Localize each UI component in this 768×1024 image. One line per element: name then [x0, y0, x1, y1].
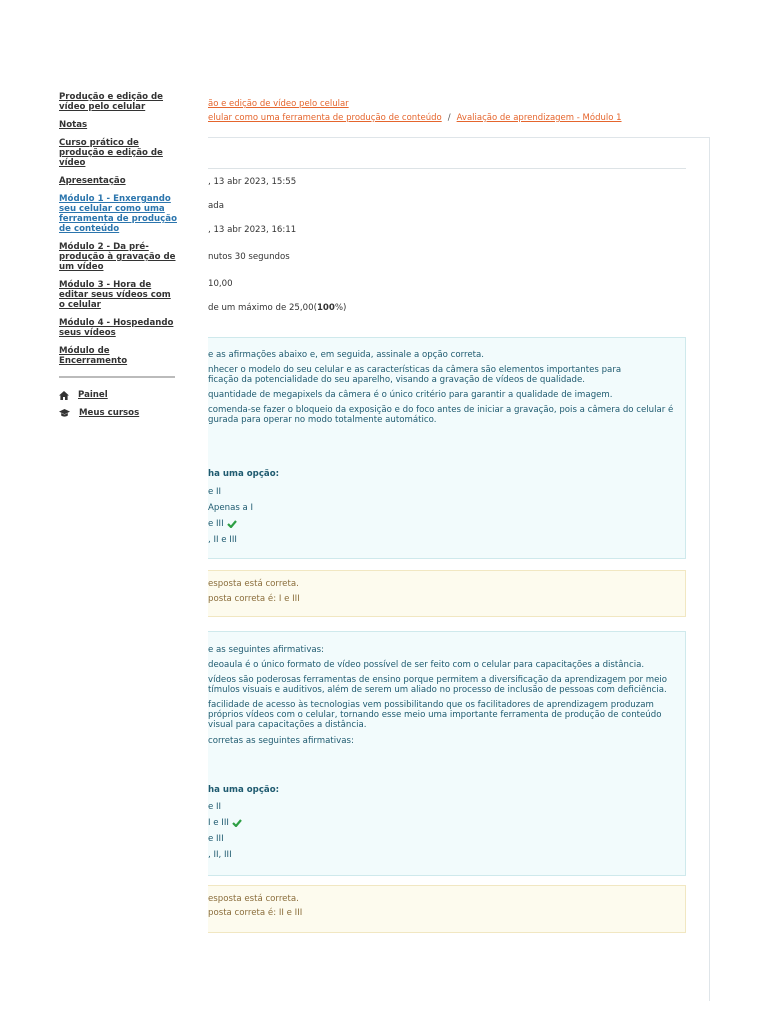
q1-option-3-label: e III	[208, 519, 224, 529]
q1-option-4[interactable]: , II e III	[208, 535, 237, 545]
check-icon	[226, 519, 237, 528]
sidebar-item-notas[interactable]: Notas	[59, 120, 177, 130]
summary-state: ada	[208, 201, 224, 211]
q2-statement-1: deoaula é o único formato de vídeo possí…	[208, 660, 645, 670]
grade-prefix: de um máximo de 25,00(	[208, 303, 317, 313]
meus-cursos-link[interactable]: Meus cursos	[59, 408, 177, 418]
sidebar-item-modulo-2[interactable]: Módulo 2 - Da pré-produção à gravação de…	[59, 242, 177, 272]
q1-statement-3b: gurada para operar no modo totalmente au…	[208, 415, 437, 425]
q2-statement-4: corretas as seguintes afirmativas:	[208, 736, 354, 746]
q1-option-3[interactable]: e III	[208, 519, 237, 529]
sidebar-item-encerramento[interactable]: Módulo de Encerramento	[59, 346, 177, 366]
q2-statement-2b: tímulos visuais e auditivos, além de ser…	[208, 685, 667, 695]
summary-completed: , 13 abr 2023, 16:11	[208, 225, 297, 235]
question-1-feedback: esposta está correta. posta correta é: I…	[208, 570, 686, 617]
breadcrumb-course[interactable]: ão e edição de vídeo pelo celular	[208, 99, 349, 109]
q1-option-2[interactable]: Apenas a I	[208, 503, 253, 513]
summary-time-taken: nutos 30 segundos	[208, 252, 290, 262]
summary-started: , 13 abr 2023, 15:55	[208, 177, 297, 187]
q2-option-4[interactable]: , II, III	[208, 850, 232, 860]
painel-link[interactable]: Painel	[59, 390, 177, 400]
q2-option-2-label: I e III	[208, 818, 229, 828]
q2-feedback-status: esposta está correta.	[208, 894, 299, 904]
question-1-box: e as afirmações abaixo e, em seguida, as…	[208, 337, 686, 559]
q2-statement-3c: visual para capacitações a distância.	[208, 720, 367, 730]
sidebar-item-curso-pratico[interactable]: Curso prático de produção e edição de ví…	[59, 138, 177, 168]
breadcrumb-module[interactable]: elular como uma ferramenta de produção d…	[208, 113, 442, 123]
q1-statement-1b: ficação da potencialidade do seu aparelh…	[208, 375, 586, 385]
summary-grade: de um máximo de 25,00(100%)	[208, 303, 346, 313]
meus-cursos-label: Meus cursos	[79, 408, 140, 418]
q1-feedback-answer: posta correta é: I e III	[208, 594, 300, 604]
sidebar-item-course-home[interactable]: Produção e edição de vídeo pelo celular	[59, 92, 177, 112]
graduation-cap-icon	[59, 408, 70, 417]
q2-statement-3b: próprios vídeos com o celular, tornando …	[208, 710, 662, 720]
q1-option-1[interactable]: e II	[208, 487, 221, 497]
q2-statement-3a: facilidade de acesso às tecnologias vem …	[208, 700, 654, 710]
question-2-box: e as seguintes afirmativas: deoaula é o …	[208, 631, 686, 876]
breadcrumb: ão e edição de vídeo pelo celular elular…	[208, 97, 708, 125]
sidebar-divider	[59, 376, 175, 378]
course-sidebar: Produção e edição de vídeo pelo celular …	[59, 92, 177, 426]
summary-marks: 10,00	[208, 279, 233, 289]
home-icon	[59, 390, 69, 400]
q2-intro: e as seguintes afirmativas:	[208, 645, 325, 655]
sidebar-item-modulo-4[interactable]: Módulo 4 - Hospedando seus vídeos	[59, 318, 177, 338]
question-2-feedback: esposta está correta. posta correta é: I…	[208, 885, 686, 933]
q1-statement-2: quantidade de megapixels da câmera é o ú…	[208, 390, 613, 400]
q1-statement-1a: nhecer o modelo do seu celular e as cara…	[208, 365, 622, 375]
q2-option-2[interactable]: I e III	[208, 818, 242, 828]
painel-label: Painel	[78, 390, 108, 400]
q2-prompt: ha uma opção:	[208, 785, 280, 795]
q1-intro: e as afirmações abaixo e, em seguida, as…	[208, 350, 485, 360]
q1-prompt: ha uma opção:	[208, 469, 280, 479]
grade-percent: 100	[316, 303, 335, 313]
breadcrumb-quiz[interactable]: Avaliação de aprendizagem - Módulo 1	[457, 113, 622, 123]
q2-option-1[interactable]: e II	[208, 802, 221, 812]
q1-statement-3a: comenda-se fazer o bloqueio da exposição…	[208, 405, 674, 415]
q1-feedback-status: esposta está correta.	[208, 579, 299, 589]
breadcrumb-separator: /	[447, 113, 451, 123]
q2-statement-2a: vídeos são poderosas ferramentas de ensi…	[208, 675, 668, 685]
grade-suffix: %)	[334, 303, 347, 313]
sidebar-item-apresentacao[interactable]: Apresentação	[59, 176, 177, 186]
attempt-summary: , 13 abr 2023, 15:55 ada , 13 abr 2023, …	[208, 168, 686, 313]
sidebar-item-modulo-1[interactable]: Módulo 1 - Enxergando seu celular como u…	[59, 194, 177, 234]
q2-option-3[interactable]: e III	[208, 834, 224, 844]
q2-feedback-answer: posta correta é: II e III	[208, 908, 303, 918]
sidebar-item-modulo-3[interactable]: Módulo 3 - Hora de editar seus vídeos co…	[59, 280, 177, 310]
check-icon	[232, 818, 242, 827]
